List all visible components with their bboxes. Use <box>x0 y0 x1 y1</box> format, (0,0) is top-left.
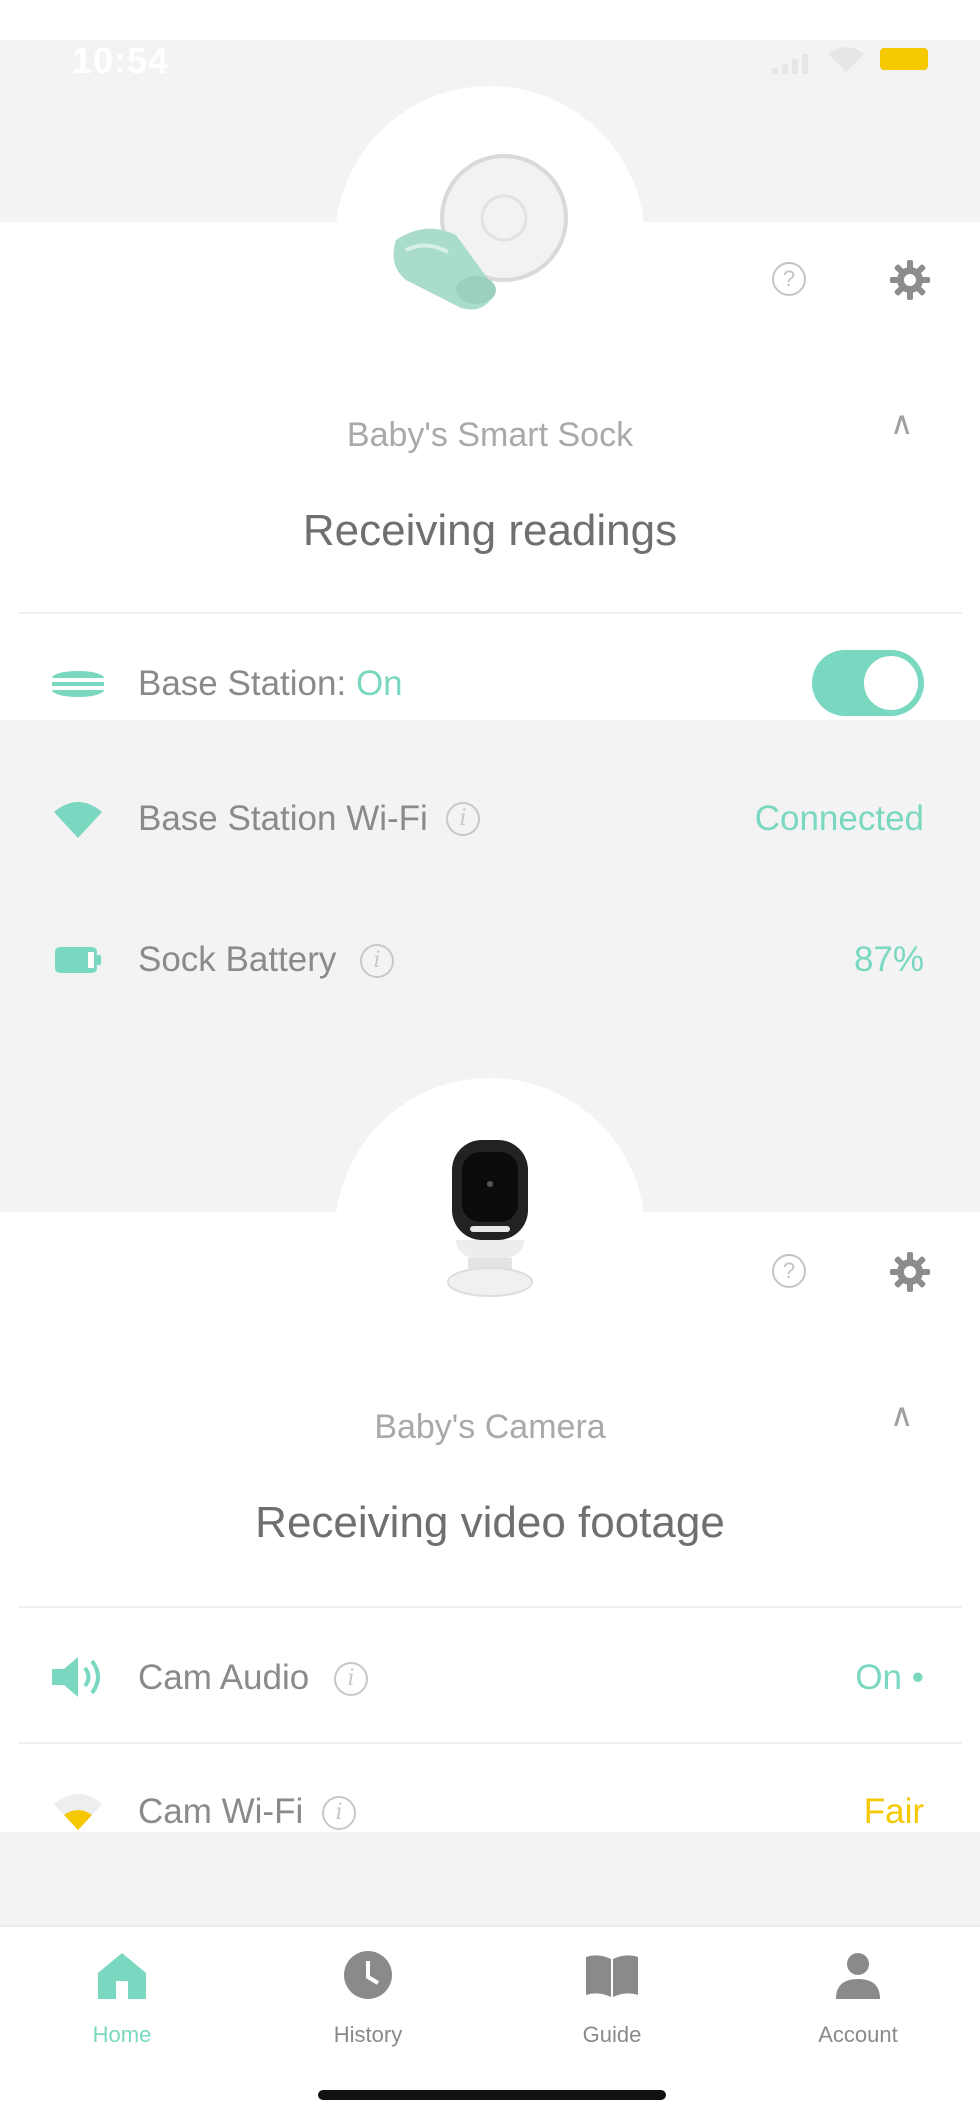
camera-details-panel <box>0 1832 980 1925</box>
base-station-label: Base Station: On <box>138 664 403 703</box>
camera-device-label: Baby's Camera <box>374 1408 606 1446</box>
cam-audio-info-icon[interactable]: i <box>334 1662 368 1696</box>
nav-history-label: History <box>333 2022 403 2047</box>
sock-settings-gear-icon[interactable] <box>888 258 932 302</box>
camera-image <box>447 1140 533 1297</box>
clock-icon <box>344 1951 392 1999</box>
sock-device-label: Baby's Smart Sock <box>346 416 634 454</box>
base-station-wifi-info-icon[interactable]: i <box>446 802 480 836</box>
cam-audio-value[interactable]: On • <box>740 1658 924 1698</box>
status-wifi-icon <box>828 47 864 72</box>
home-icon <box>98 1953 146 1999</box>
sock-battery-label: Sock Battery <box>138 940 337 979</box>
cam-wifi-info-icon[interactable]: i <box>322 1796 356 1830</box>
base-station-value: On <box>355 664 403 703</box>
base-station-wifi-label: Base Station Wi-Fi <box>138 799 428 838</box>
cam-wifi-value: Fair <box>863 1792 924 1831</box>
person-icon <box>836 1953 880 1999</box>
camera-settings-gear-icon[interactable] <box>888 1250 932 1294</box>
divider <box>18 612 962 614</box>
wifi-icon <box>54 802 102 838</box>
sock-help-icon[interactable]: ? <box>772 262 806 296</box>
base-station-toggle[interactable] <box>812 650 924 716</box>
nav-history[interactable]: History <box>288 1947 448 2048</box>
nav-account-label: Account <box>818 2022 898 2047</box>
status-battery-icon <box>880 48 928 70</box>
nav-guide-label: Guide <box>582 2022 642 2047</box>
sock-collapse-chevron-icon[interactable]: ∧ <box>890 404 913 442</box>
sock-details-panel <box>0 720 980 1034</box>
nav-guide[interactable]: Guide <box>532 1947 692 2048</box>
cellular-signal-icon <box>772 52 808 74</box>
nav-home[interactable]: Home <box>42 1947 202 2048</box>
speaker-icon <box>52 1657 100 1697</box>
battery-icon <box>55 947 101 973</box>
smart-sock-image <box>393 154 568 310</box>
divider <box>18 1742 962 1744</box>
camera-collapse-chevron-icon[interactable]: ∧ <box>890 1396 913 1434</box>
book-icon <box>586 1955 638 1997</box>
nav-home-label: Home <box>92 2022 152 2047</box>
camera-help-icon[interactable]: ? <box>772 1254 806 1288</box>
sock-battery-value: 87% <box>853 940 924 979</box>
cam-wifi-label: Cam Wi-Fi <box>138 1792 304 1831</box>
status-time: 10:54 <box>72 40 170 81</box>
base-station-icon <box>52 671 104 697</box>
home-indicator <box>318 2090 666 2100</box>
sock-status-text: Receiving readings <box>302 506 678 555</box>
divider <box>18 1606 962 1608</box>
wifi-icon <box>54 1794 102 1830</box>
sock-battery-info-icon[interactable]: i <box>360 944 394 978</box>
base-station-wifi-value: Connected <box>754 799 924 838</box>
top-margin <box>0 0 980 40</box>
nav-account[interactable]: Account <box>778 1947 938 2048</box>
camera-status-text: Receiving video footage <box>255 1498 725 1547</box>
cam-audio-label: Cam Audio <box>138 1658 310 1697</box>
